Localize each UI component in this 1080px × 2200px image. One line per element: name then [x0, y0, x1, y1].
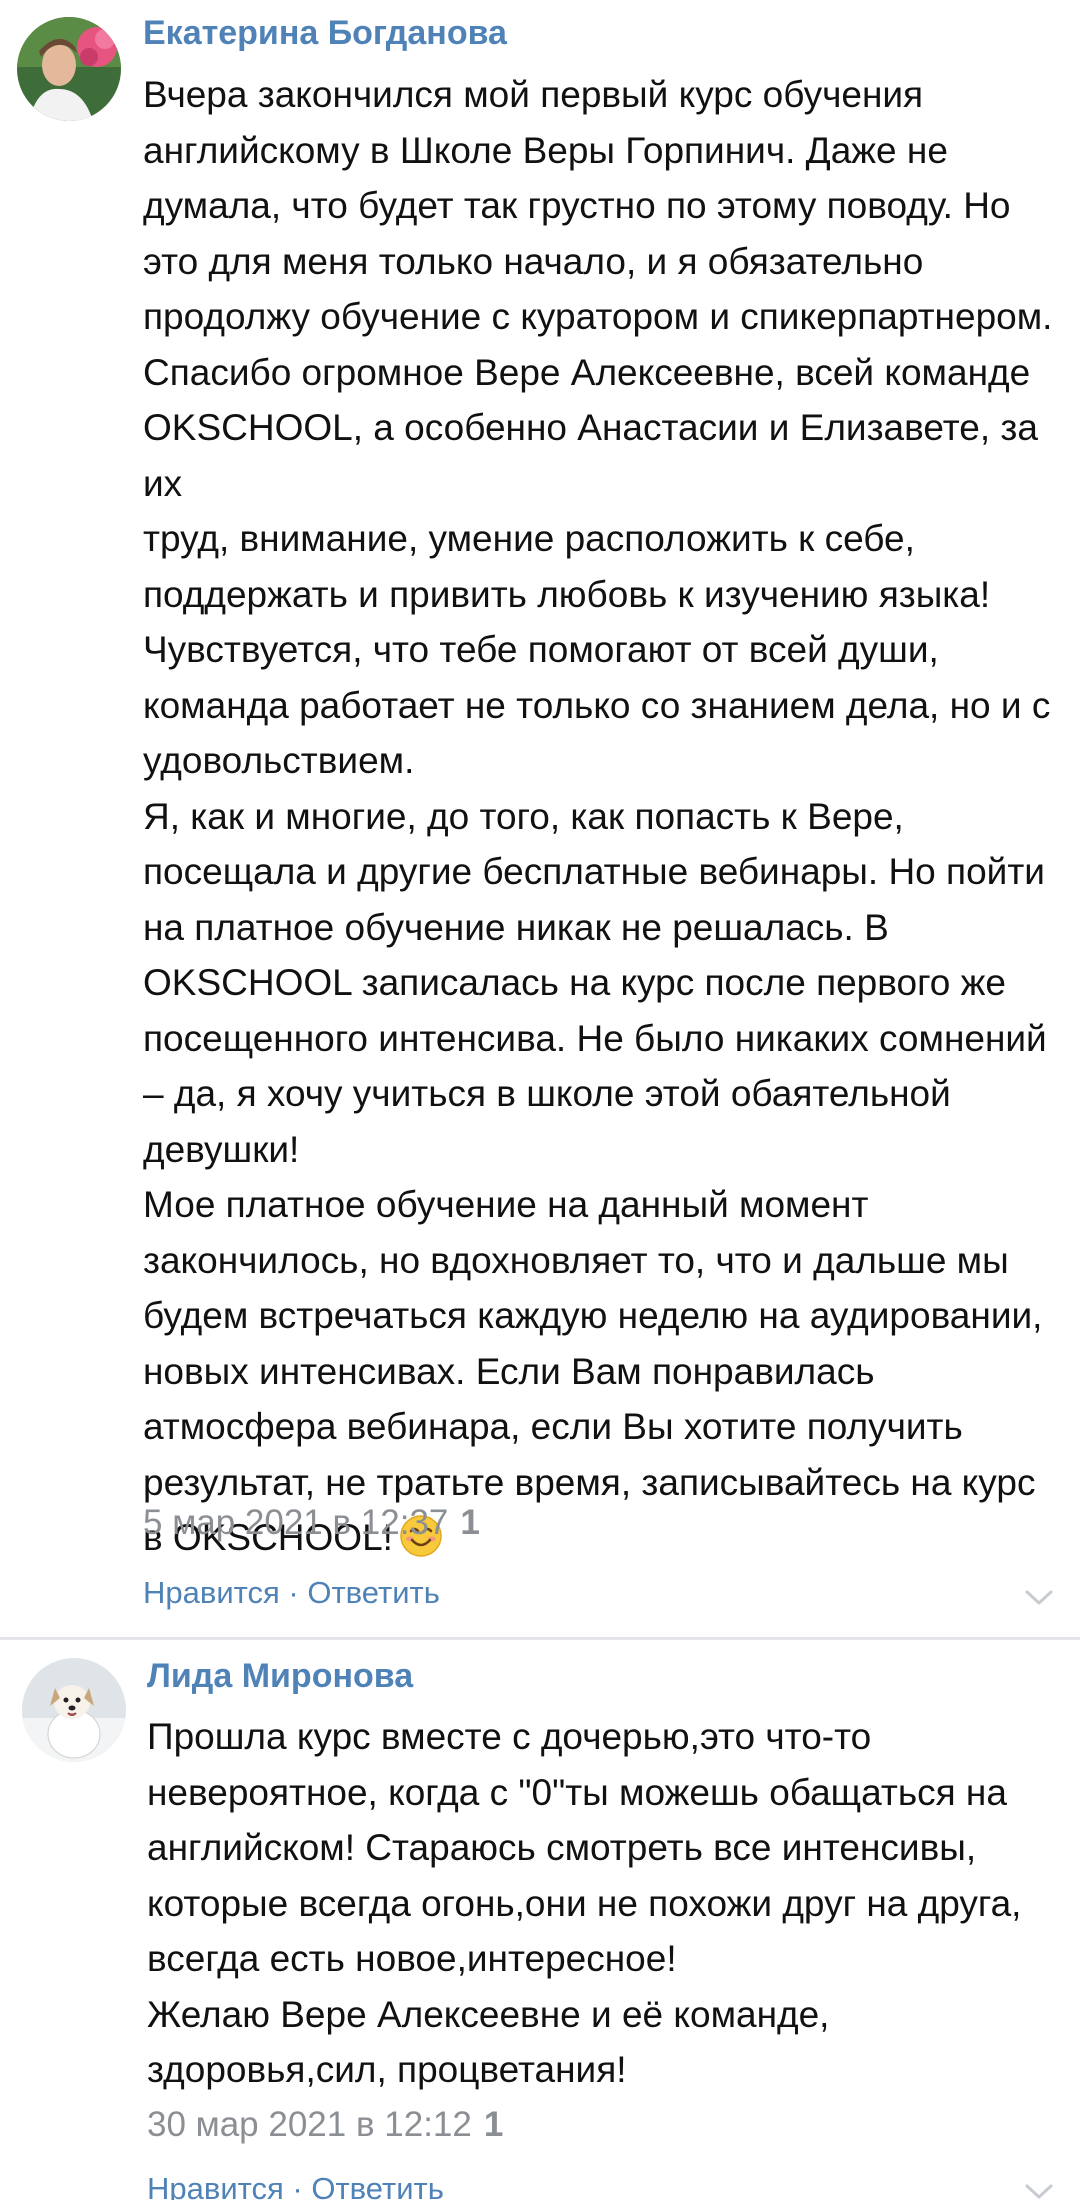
separator: · [279, 1575, 308, 1610]
comment-text: Прошла курс вместе с дочерью,это что-то … [147, 1709, 1067, 2098]
comment-meta: 30 мар 2021 в 12:12 1 [147, 2105, 503, 2145]
text-line: английском! Стараюсь смотреть все интенс… [147, 1827, 977, 1868]
comment-meta: 5 мар 2021 в 12:37 1 [143, 1503, 480, 1543]
text-line: на платное обучение никак не решалась. В [143, 906, 889, 948]
reply-button[interactable]: Ответить [311, 2171, 444, 2200]
avatar-white-dog-icon [22, 1658, 126, 1762]
reply-button[interactable]: Ответить [307, 1575, 440, 1610]
text-line: здоровья,сил, процветания! [147, 2049, 627, 2090]
comment-divider [0, 1637, 1080, 1640]
text-line: которые всегда огонь,они не похожи друг … [147, 1882, 1022, 1924]
text-line: посещенного интенсива. Не было никаких с… [143, 1017, 1047, 1059]
text-line: – да, я хочу учиться в школе этой обаяте… [143, 1073, 951, 1114]
like-button[interactable]: Нравится [143, 1575, 280, 1610]
text-line: будем встречаться каждую неделю на аудир… [143, 1295, 1043, 1336]
avatar[interactable] [22, 1658, 126, 1762]
text-line: Мое платное обучение на данный момент [143, 1184, 869, 1225]
chevron-down-icon[interactable] [1024, 1588, 1054, 1608]
text-line: Вчера закончился мой первый курс обучени… [143, 74, 924, 115]
comment-author[interactable]: Екатерина Богданова [143, 14, 507, 53]
text-line: невероятное, когда с "0"ты можешь обащат… [147, 1771, 1007, 1813]
likes-count: 1 [483, 2105, 504, 2144]
comment-date[interactable]: 5 мар 2021 в 12:37 [143, 1503, 448, 1542]
text-line: английскому в Школе Веры Горпинич. Даже … [143, 129, 948, 171]
text-line: думала, что будет так грустно по этому п… [143, 185, 1011, 226]
avatar[interactable] [17, 17, 121, 121]
text-line: Чувствуется, что тебе помогают от всей д… [143, 629, 939, 670]
comment-author[interactable]: Лида Миронова [147, 1657, 413, 1696]
separator: · [283, 2171, 312, 2200]
comment-text: Вчера закончился мой первый курс обучени… [143, 67, 1063, 1574]
text-line: команда работает не только со знанием де… [143, 684, 1051, 726]
comment-actions: Нравится · Ответить [143, 1575, 440, 1611]
like-button[interactable]: Нравится [147, 2171, 284, 2200]
comment-date[interactable]: 30 мар 2021 в 12:12 [147, 2105, 472, 2144]
avatar-woman-with-flower-icon [17, 17, 121, 121]
text-line: всегда есть новое,интересное! [147, 1938, 677, 1979]
text-line: труд, внимание, умение расположить к себ… [143, 518, 915, 559]
text-line: это для меня только начало, и я обязател… [143, 240, 924, 282]
text-line: OKSCHOOL, а особенно Анастасии и Елизаве… [143, 407, 1038, 504]
text-line: атмосфера вебинара, если Вы хотите получ… [143, 1406, 963, 1447]
text-line: OKSCHOOL записалась на курс после первог… [143, 962, 1006, 1003]
chevron-down-icon[interactable] [1024, 2182, 1054, 2200]
text-line: результат, не тратьте время, записывайте… [143, 1461, 1036, 1503]
text-line: удовольствием. [143, 740, 415, 781]
text-line: поддержать и привить любовь к изучению я… [143, 573, 991, 615]
text-line: Я, как и многие, до того, как попасть к … [143, 795, 904, 837]
text-line: посещала и другие бесплатные вебинары. Н… [143, 851, 1045, 892]
text-line: продолжу обучение с куратором и спикерпа… [143, 296, 1053, 337]
text-line: девушки! [143, 1128, 300, 1170]
likes-count: 1 [460, 1503, 480, 1542]
text-line: закончилось, но вдохновляет то, что и да… [143, 1239, 1009, 1281]
comment-actions: Нравится · Ответить [147, 2171, 444, 2200]
text-line: новых интенсивах. Если Вам понравилась [143, 1350, 875, 1392]
text-line: Желаю Вере Алексеевне и её команде, [147, 1993, 830, 2035]
text-line: Спасибо огромное Вере Алексеевне, всей к… [143, 351, 1031, 393]
text-line: Прошла курс вместе с дочерью,это что-то [147, 1716, 872, 1757]
